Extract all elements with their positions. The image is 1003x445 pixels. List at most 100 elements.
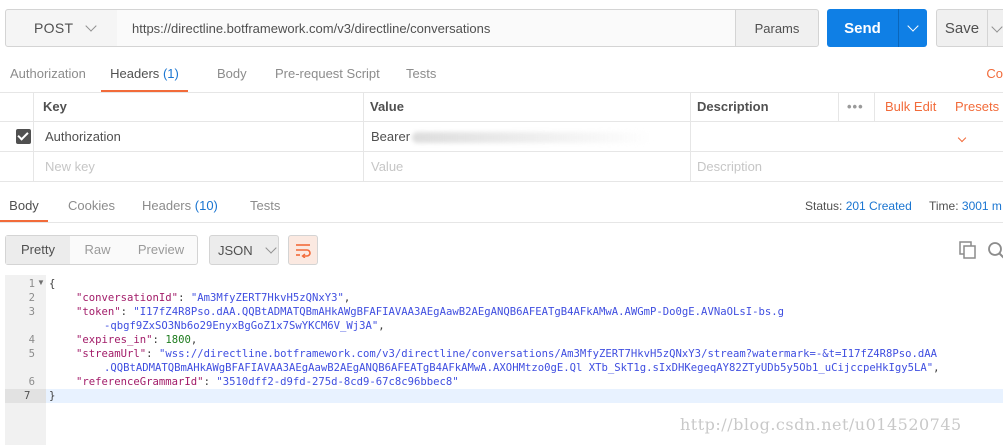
tab-label: Body <box>217 66 247 81</box>
tab-test-results[interactable]: Tests <box>250 192 280 220</box>
watermark: http://blog.csdn.net/u014520745 <box>680 415 962 434</box>
request-tabs: Authorization Headers (1) Body Pre-reque… <box>0 60 1003 93</box>
search-icon[interactable] <box>986 240 1003 260</box>
json-string: "I17fZ4R8Pso.dAA.QQBtADMATQBmAHkAWgBFAFI… <box>133 306 784 318</box>
json-punct: , <box>933 362 940 374</box>
json-key: "referenceGrammarId" <box>76 376 204 388</box>
code-line: "expires_in": 1800, <box>76 334 198 346</box>
method-label: POST <box>34 20 74 36</box>
tab-cookies[interactable]: Cookies <box>68 192 115 220</box>
tab-label: Body <box>9 198 39 213</box>
divider <box>363 152 364 182</box>
code-line: "token": "I17fZ4R8Pso.dAA.QQBtADMATQBmAH… <box>76 306 784 318</box>
view-preview-button[interactable]: Preview <box>125 236 197 264</box>
json-string: "Am3MfyZERT7HkvH5zQNxY3" <box>190 292 344 304</box>
format-label: JSON <box>218 242 253 258</box>
json-punct: , <box>190 334 198 346</box>
current-line-highlight <box>46 389 1003 403</box>
json-key: "conversationId" <box>76 292 179 304</box>
new-key-input[interactable]: New key <box>45 152 95 182</box>
json-string: "wss://directline.botframework.com/v3/di… <box>158 348 938 360</box>
tab-count: (1) <box>162 66 179 81</box>
presets-label: Presets <box>955 99 1000 114</box>
json-string: -qbgf9ZxSO3Nb6o29EnyxBgGoZ1x7SwYKCM6V_Wj… <box>104 320 379 332</box>
row-enabled-checkbox[interactable] <box>16 129 31 144</box>
params-button[interactable]: Params <box>735 9 819 47</box>
format-select[interactable]: JSON <box>209 235 279 265</box>
copy-icon[interactable] <box>958 240 978 260</box>
code-line: "conversationId": "Am3MfyZERT7HkvH5zQNxY… <box>76 292 351 304</box>
tab-body[interactable]: Body <box>217 60 247 90</box>
divider <box>874 92 875 122</box>
header-value-input[interactable]: Bearer <box>371 122 410 152</box>
send-button[interactable]: Send <box>827 9 898 47</box>
new-description-input[interactable]: Description <box>697 152 762 182</box>
send-options-button[interactable] <box>898 9 927 47</box>
chevron-down-icon <box>265 242 277 254</box>
bulk-edit-button[interactable]: Bulk Edit <box>885 92 936 122</box>
column-value: Value <box>370 99 404 114</box>
tab-count: (10) <box>194 198 218 213</box>
save-button[interactable]: Save <box>936 9 988 47</box>
tab-tests[interactable]: Tests <box>406 60 436 90</box>
code-line: } <box>49 390 56 402</box>
method-select[interactable]: POST <box>5 9 118 47</box>
json-number: 1800 <box>165 334 191 346</box>
new-value-input[interactable]: Value <box>371 152 403 182</box>
column-key: Key <box>43 99 67 114</box>
code-line: { <box>49 278 56 290</box>
tab-authorization[interactable]: Authorization <box>10 60 86 90</box>
tab-label: Tests <box>406 66 437 81</box>
line-number-current: 7 <box>5 389 46 403</box>
save-options-button[interactable] <box>987 9 1003 47</box>
code-link[interactable]: Co <box>986 60 1003 88</box>
line-number-gutter: 1 ▼ 2 3 4 5 6 7 <box>5 275 46 445</box>
divider <box>363 122 364 152</box>
json-string: "3510dff2-d9fd-275d-8cd9-67c8c96bbec8" <box>216 376 459 388</box>
tab-response-headers[interactable]: Headers (10) <box>142 192 218 220</box>
view-raw-button[interactable]: Raw <box>70 236 125 264</box>
url-input[interactable]: https://directline.botframework.com/v3/d… <box>117 9 736 47</box>
table-row: Authorization Bearer <box>0 122 1003 152</box>
redacted-token <box>412 132 652 143</box>
column-description: Description <box>697 99 769 114</box>
time-value[interactable]: 3001 m <box>962 199 1002 213</box>
tab-label: Headers <box>142 198 192 213</box>
status-value[interactable]: 201 Created <box>846 199 912 213</box>
tab-label: Headers <box>110 66 160 81</box>
tab-label: Tests <box>250 198 281 213</box>
line-number: 2 <box>28 292 35 304</box>
tab-label: Authorization <box>10 66 86 81</box>
view-pretty-button[interactable]: Pretty <box>6 236 70 264</box>
tab-pre-request-script[interactable]: Pre-request Script <box>275 60 380 90</box>
line-number: 5 <box>28 348 35 360</box>
divider <box>838 92 839 122</box>
code-line: "referenceGrammarId": "3510dff2-d9fd-275… <box>76 376 459 388</box>
json-key: "expires_in" <box>76 334 153 346</box>
code-line: .QQBtADMATQBmAHkAWgBFAFIAVAA3AEgAawB2AEg… <box>104 361 940 375</box>
fold-caret-icon[interactable]: ▼ <box>37 278 45 287</box>
wrap-lines-icon <box>296 244 311 258</box>
divider <box>363 92 364 122</box>
wrap-lines-button[interactable] <box>288 235 318 265</box>
more-options-icon[interactable]: ••• <box>847 92 864 122</box>
code-line: "streamUrl": "wss://directline.botframew… <box>76 348 938 360</box>
tab-label: Pre-request Script <box>275 66 380 81</box>
line-number: 6 <box>28 376 35 388</box>
divider <box>690 122 691 152</box>
tab-response-body[interactable]: Body <box>0 192 48 222</box>
tab-headers[interactable]: Headers (1) <box>101 60 188 92</box>
presets-dropdown[interactable]: Presets <box>955 92 1003 143</box>
time-label: Time: <box>929 199 959 213</box>
chevron-down-icon <box>85 20 97 32</box>
table-row-new: New key Value Description <box>0 152 1003 182</box>
line-number: 1 <box>28 278 35 290</box>
code-line: -qbgf9ZxSO3Nb6o29EnyxBgGoZ1x7SwYKCM6V_Wj… <box>104 319 385 333</box>
json-key: "token" <box>76 306 121 318</box>
json-punct: , <box>378 320 385 332</box>
divider <box>33 92 34 122</box>
header-key-input[interactable]: Authorization <box>45 122 121 152</box>
tab-label: Cookies <box>68 198 115 213</box>
chevron-down-icon <box>907 20 919 32</box>
line-number: 4 <box>28 334 35 346</box>
